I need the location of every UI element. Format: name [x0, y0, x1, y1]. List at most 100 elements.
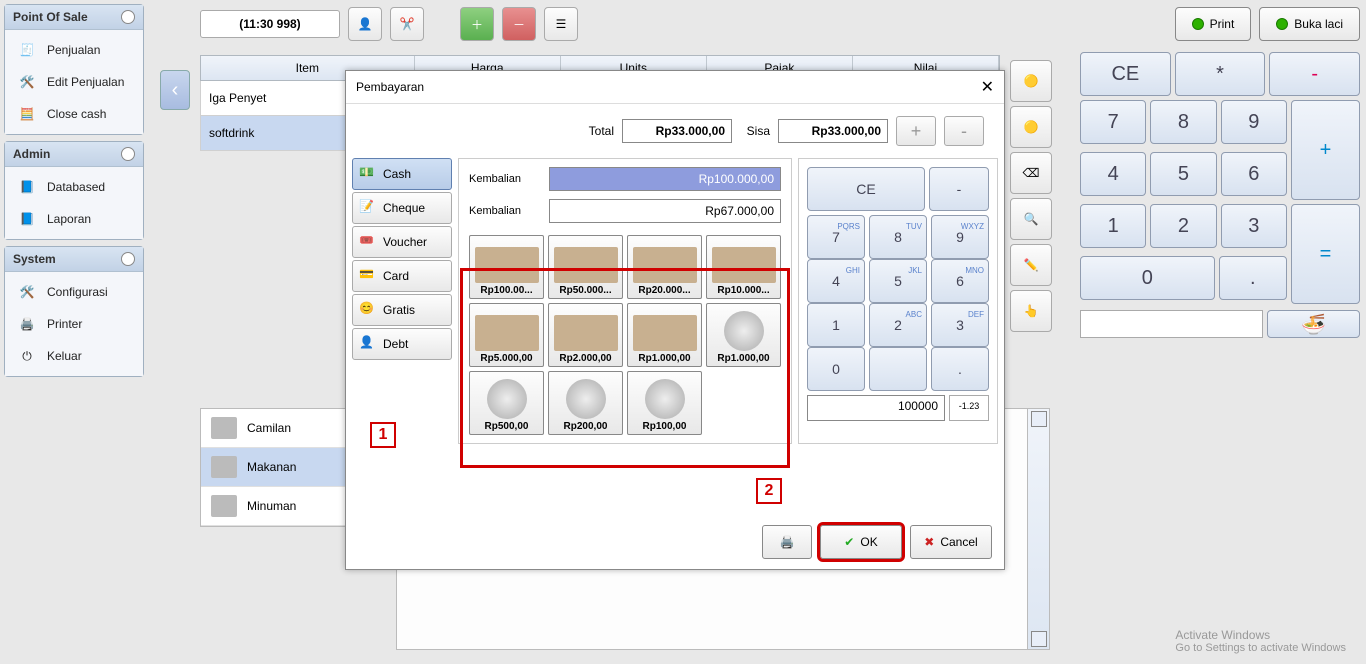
key-0[interactable]: 0 [1080, 256, 1215, 300]
menu-keluar[interactable]: ⏻Keluar [5, 340, 143, 372]
scroll-down-icon[interactable] [1031, 631, 1047, 647]
open-drawer-button[interactable]: Buka laci [1259, 7, 1360, 41]
tab-cheque[interactable]: 📝Cheque [352, 192, 452, 224]
btn-yellow-2[interactable]: 🟡 [1010, 106, 1052, 148]
key-8[interactable]: 8 [1150, 100, 1216, 144]
denom-button[interactable]: Rp100.00... [469, 235, 544, 299]
tab-voucher[interactable]: 🎟️Voucher [352, 226, 452, 258]
ok-button[interactable]: ✔OK [820, 525, 902, 559]
btn-search[interactable]: 🔍 [1010, 198, 1052, 240]
qty-minus-button[interactable]: - [944, 116, 984, 146]
qty-plus-button[interactable]: + [896, 116, 936, 146]
menu-laporan[interactable]: 📘Laporan [5, 203, 143, 235]
menu-edit-penjualan[interactable]: 🛠️Edit Penjualan [5, 66, 143, 98]
key-minus[interactable]: - [1269, 52, 1360, 96]
cancel-button[interactable]: ✖Cancel [910, 525, 992, 559]
print-button[interactable]: Print [1175, 7, 1252, 41]
denom-button[interactable]: Rp50.000... [548, 235, 623, 299]
keypad-input-1[interactable] [1080, 310, 1263, 338]
panel-header-admin[interactable]: Admin [5, 142, 143, 167]
key-7[interactable]: 7 [1080, 100, 1146, 144]
panel-title: Admin [13, 147, 50, 161]
pk-key[interactable]: 3DEF [931, 303, 989, 347]
denom-button[interactable]: Rp5.000,00 [469, 303, 544, 367]
modal-footer: 🖨️ ✔OK ✖Cancel [762, 525, 992, 559]
denom-button[interactable]: Rp1.000,00 [627, 303, 702, 367]
key-2[interactable]: 2 [1150, 204, 1216, 248]
toolbar-btn-split[interactable]: ✂️ [390, 7, 424, 41]
tab-gratis[interactable]: 😊Gratis [352, 294, 452, 326]
panel-header-system[interactable]: System [5, 247, 143, 272]
denom-button[interactable]: Rp1.000,00 [706, 303, 781, 367]
denom-button[interactable]: Rp2.000,00 [548, 303, 623, 367]
power-icon: ⏻ [15, 346, 39, 366]
key-star[interactable]: * [1175, 52, 1266, 96]
free-icon: 😊 [359, 301, 377, 319]
keypad-enter-button[interactable]: 🍜 [1267, 310, 1360, 338]
denom-label: Rp500,00 [485, 421, 529, 432]
pk-key[interactable] [869, 347, 927, 391]
pk-key[interactable]: 9WXYZ [931, 215, 989, 259]
key-6[interactable]: 6 [1221, 152, 1287, 196]
denom-label: Rp100.00... [480, 285, 532, 296]
denom-button[interactable]: Rp100,00 [627, 371, 702, 435]
product-scrollbar[interactable] [1027, 409, 1049, 649]
key-ce[interactable]: CE [1080, 52, 1171, 96]
toolbar-btn-add[interactable]: ＋ [460, 7, 494, 41]
toolbar-btn-customer[interactable]: 👤 [348, 7, 382, 41]
key-4[interactable]: 4 [1080, 152, 1146, 196]
btn-touch[interactable]: 👆 [1010, 290, 1052, 332]
key-plus[interactable]: + [1291, 100, 1360, 200]
pk-dash[interactable]: - [929, 167, 989, 211]
payment-keypad: CE - 7PQRS8TUV9WXYZ 4GHI5JKL6MNO 12ABC3DEF… [798, 158, 998, 444]
key-dot[interactable]: . [1219, 256, 1287, 300]
key-equals[interactable]: = [1291, 204, 1360, 304]
modal-print-button[interactable]: 🖨️ [762, 525, 812, 559]
menu-penjualan[interactable]: 🧾Penjualan [5, 34, 143, 66]
collapse-icon[interactable] [121, 252, 135, 266]
denom-label: Rp1.000,00 [717, 353, 769, 364]
menu-printer[interactable]: 🖨️Printer [5, 308, 143, 340]
pk-key[interactable]: 8TUV [869, 215, 927, 259]
scroll-up-icon[interactable] [1031, 411, 1047, 427]
pk-key[interactable]: 2ABC [869, 303, 927, 347]
panel-header-pos[interactable]: Point Of Sale [5, 5, 143, 30]
toolbar-btn-remove[interactable]: － [502, 7, 536, 41]
toolbar-btn-list[interactable]: ☰ [544, 7, 578, 41]
key-9[interactable]: 9 [1221, 100, 1287, 144]
menu-configurasi[interactable]: 🛠️Configurasi [5, 276, 143, 308]
pk-key[interactable]: 4GHI [807, 259, 865, 303]
sisa-value [778, 119, 888, 143]
menu-close-cash[interactable]: 🧮Close cash [5, 98, 143, 130]
key-1[interactable]: 1 [1080, 204, 1146, 248]
pk-key[interactable]: 1 [807, 303, 865, 347]
denom-button[interactable]: Rp10.000... [706, 235, 781, 299]
denom-button[interactable]: Rp20.000... [627, 235, 702, 299]
btn-yellow-1[interactable]: 🟡 [1010, 60, 1052, 102]
key-5[interactable]: 5 [1150, 152, 1216, 196]
pk-key[interactable]: 6MNO [931, 259, 989, 303]
pk-ce[interactable]: CE [807, 167, 925, 211]
denom-button[interactable]: Rp500,00 [469, 371, 544, 435]
tab-cash[interactable]: 💵Cash [352, 158, 452, 190]
pk-key[interactable]: 0 [807, 347, 865, 391]
menu-databased[interactable]: 📘Databased [5, 171, 143, 203]
back-arrow-button[interactable]: ‹ [160, 70, 190, 110]
keypad-display[interactable]: 100000 [807, 395, 945, 421]
tab-card[interactable]: 💳Card [352, 260, 452, 292]
payment-center-panel: Kembalian Rp100.000,00 Kembalian Rp67.00… [458, 158, 792, 444]
denom-button[interactable]: Rp200,00 [548, 371, 623, 435]
collapse-icon[interactable] [121, 147, 135, 161]
top-toolbar: (11:30 998) 👤 ✂️ ＋ － ☰ Print Buka laci [200, 4, 1360, 44]
category-icon [211, 495, 237, 517]
pk-key[interactable]: 7PQRS [807, 215, 865, 259]
report-icon: 📘 [15, 209, 39, 229]
btn-edit[interactable]: ✏️ [1010, 244, 1052, 286]
collapse-icon[interactable] [121, 10, 135, 24]
close-icon[interactable]: ✕ [981, 77, 994, 97]
pk-key[interactable]: . [931, 347, 989, 391]
btn-delete[interactable]: ⌫ [1010, 152, 1052, 194]
key-3[interactable]: 3 [1221, 204, 1287, 248]
pk-key[interactable]: 5JKL [869, 259, 927, 303]
tab-debt[interactable]: 👤Debt [352, 328, 452, 360]
